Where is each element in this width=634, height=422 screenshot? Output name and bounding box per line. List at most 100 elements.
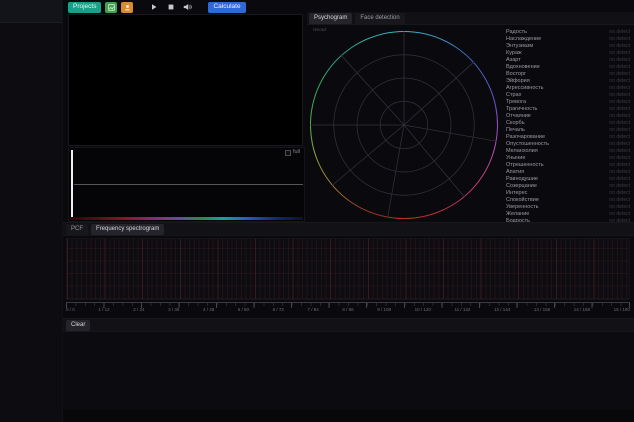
axis-tick-label: 4 / 48 <box>203 308 214 313</box>
emotion-row: Страх no detect <box>506 92 630 99</box>
emotion-status: no detect <box>609 205 630 210</box>
axis-tick-label: 8 / 96 <box>342 308 353 313</box>
emotion-row: Уверенность no detect <box>506 204 630 211</box>
playhead[interactable] <box>71 150 73 217</box>
emotion-name: Отрешенность <box>506 163 544 169</box>
emotion-name: Вдохновение <box>506 65 540 71</box>
full-checkbox[interactable]: full <box>285 150 300 156</box>
axis-labels: 0 / 01 / 122 / 243 / 364 / 485 / 606 / 7… <box>66 308 630 313</box>
emotion-row: Трагичность no detect <box>506 106 630 113</box>
clear-tabbar: Clear <box>63 318 634 332</box>
psychogram-tabbar: Psychogram Face detection <box>307 12 634 25</box>
emotion-status: no detect <box>609 65 630 70</box>
emotion-name: Меланхолия <box>506 149 538 155</box>
axis-tick-label: 1 / 12 <box>98 308 109 313</box>
projects-sidebar <box>0 0 63 422</box>
clear-button[interactable]: Clear <box>66 320 90 331</box>
axis-tick-label: 15 / 180 <box>614 308 630 313</box>
emotion-status: no detect <box>609 93 630 98</box>
emotion-name: Спокойствие <box>506 198 539 204</box>
stop-button[interactable] <box>164 1 177 13</box>
emotion-row: Наслаждение no detect <box>506 36 630 43</box>
axis-tick-label: 12 / 144 <box>494 308 510 313</box>
emotion-status: no detect <box>609 198 630 203</box>
emotion-name: Равнодушие <box>506 177 538 183</box>
emotion-name: Созерцание <box>506 184 537 190</box>
clear-panel-body <box>63 332 634 410</box>
emotion-status: no detect <box>609 114 630 119</box>
image-icon <box>108 4 115 11</box>
emotion-row: Тревога no detect <box>506 99 630 106</box>
emotion-status: no detect <box>609 107 630 112</box>
emotion-name: Отчаяние <box>506 114 531 120</box>
emotion-row: Интерес no detect <box>506 190 630 197</box>
emotion-name: Желание <box>506 212 529 218</box>
waveform-midline <box>74 184 303 185</box>
emotion-status: no detect <box>609 184 630 189</box>
emotion-row: Равнодушие no detect <box>506 176 630 183</box>
emotion-list: Радость no detect Наслаждение no detect … <box>506 29 630 225</box>
emotion-row: Энтузиазм no detect <box>506 43 630 50</box>
media-button[interactable] <box>105 2 117 13</box>
emotion-status: no detect <box>609 163 630 168</box>
emotion-row: Радость no detect <box>506 29 630 36</box>
emotion-name: Печаль <box>506 128 525 134</box>
tab-face-detection[interactable]: Face detection <box>355 13 404 24</box>
emotion-status: no detect <box>609 121 630 126</box>
sidebar-header <box>0 0 62 23</box>
emotion-row: Апатия no detect <box>506 169 630 176</box>
emotion-row: Отчаяние no detect <box>506 113 630 120</box>
waveform-panel[interactable]: full <box>68 147 305 222</box>
emotion-name: Страх <box>506 93 521 99</box>
emotion-name: Наслаждение <box>506 37 541 43</box>
app-window: Projects Calculate <box>0 0 634 422</box>
emotion-status: no detect <box>609 100 630 105</box>
emotion-row: Уныние no detect <box>506 155 630 162</box>
emotion-status: no detect <box>609 135 630 140</box>
emotion-row: Агрессивность no detect <box>506 85 630 92</box>
emotion-row: Разочарование no detect <box>506 134 630 141</box>
user-button[interactable] <box>121 2 133 13</box>
axis-tick-label: 5 / 60 <box>238 308 249 313</box>
calculate-button[interactable]: Calculate <box>208 2 245 13</box>
projects-button[interactable]: Projects <box>68 2 101 13</box>
emotion-name: Восторг <box>506 72 526 78</box>
emotion-row: Созерцание no detect <box>506 183 630 190</box>
full-checkbox-label: full <box>293 150 300 156</box>
emotion-name: Кураж <box>506 51 522 57</box>
emotion-row: Меланхолия no detect <box>506 148 630 155</box>
emotion-status: no detect <box>609 142 630 147</box>
video-preview <box>68 14 303 146</box>
axis-tick-label: 10 / 120 <box>415 308 431 313</box>
time-axis: 0 / 01 / 122 / 243 / 364 / 485 / 606 / 7… <box>66 302 630 314</box>
spectrogram-grid <box>66 238 630 300</box>
emotion-name: Азарт <box>506 58 521 64</box>
emotion-name: Апатия <box>506 170 524 176</box>
axis-tick-label: 7 / 84 <box>308 308 319 313</box>
emotion-status: no detect <box>609 191 630 196</box>
axis-tick-label: 2 / 24 <box>133 308 144 313</box>
tab-pcf[interactable]: PCF <box>66 224 88 235</box>
emotion-row: Отрешенность no detect <box>506 162 630 169</box>
emotion-status: no detect <box>609 212 630 217</box>
user-icon <box>124 4 131 11</box>
emotion-name: Интерес <box>506 191 527 197</box>
tab-psychogram[interactable]: Psychogram <box>309 13 352 24</box>
emotion-name: Трагичность <box>506 107 537 113</box>
emotion-row: Желание no detect <box>506 211 630 218</box>
spectrogram-tabbar: PCF Frequency spectrogram <box>63 222 634 236</box>
emotion-row: Печаль no detect <box>506 127 630 134</box>
emotion-name: Скорбь <box>506 121 525 127</box>
emotion-status: no detect <box>609 149 630 154</box>
emotion-status: no detect <box>609 37 630 42</box>
emotion-row: Кураж no detect <box>506 50 630 57</box>
psychogram-polar-chart <box>310 31 498 219</box>
axis-tick-label: 0 / 0 <box>66 308 75 313</box>
tab-frequency-spectrogram[interactable]: Frequency spectrogram <box>91 224 164 235</box>
volume-button[interactable] <box>181 1 194 13</box>
emotion-status: no detect <box>609 177 630 182</box>
play-button[interactable] <box>147 1 160 13</box>
emotion-row: Вдохновение no detect <box>506 64 630 71</box>
emotion-name: Опустошенность <box>506 142 549 148</box>
axis-tick-label: 14 / 168 <box>574 308 590 313</box>
